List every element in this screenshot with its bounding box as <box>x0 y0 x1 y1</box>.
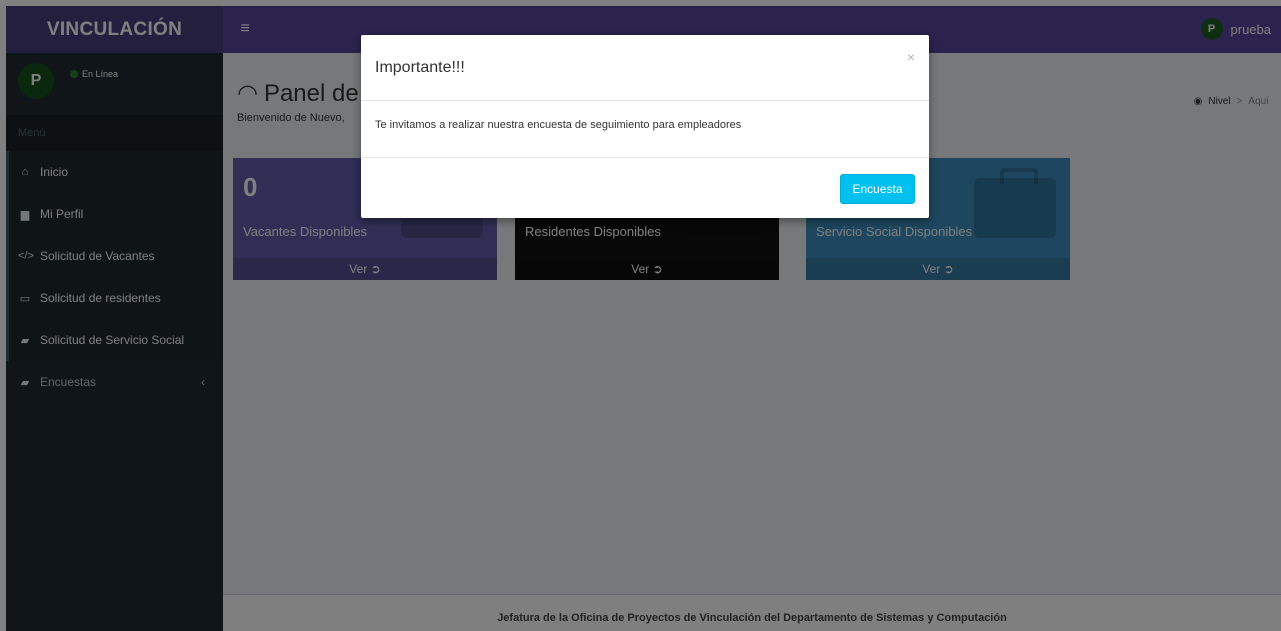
modal-body: Te invitamos a realizar nuestra encuesta… <box>361 101 929 158</box>
modal-header: Importante!!! × <box>361 35 929 101</box>
modal-backdrop[interactable]: Importante!!! × Te invitamos a realizar … <box>0 0 1281 631</box>
encuesta-button[interactable]: Encuesta <box>840 174 915 204</box>
app: VINCULACIÓN ≡ P prueba P En Línea Menú ⌂… <box>0 0 1281 631</box>
modal-footer: Encuesta <box>361 158 929 218</box>
close-icon[interactable]: × <box>907 49 915 65</box>
modal-title: Importante!!! <box>375 59 465 76</box>
survey-modal: Importante!!! × Te invitamos a realizar … <box>361 35 929 218</box>
